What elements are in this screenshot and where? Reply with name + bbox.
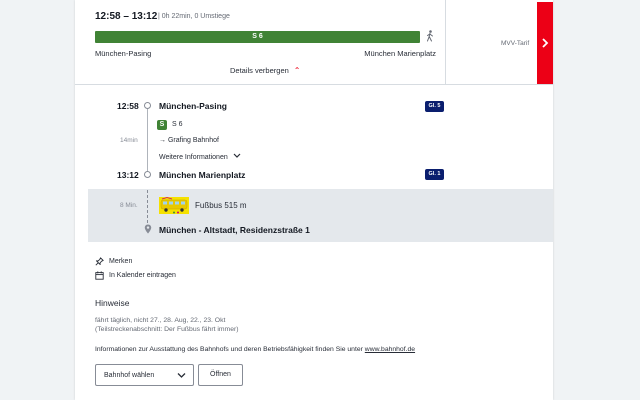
details-toggle-label: Details verbergen (230, 66, 289, 75)
station-select[interactable]: Bahnhof wählen (95, 364, 194, 386)
line-direction: → Grafing Bahnhof (159, 137, 219, 144)
station-info-prefix: Informationen zur Ausstattung des Bahnho… (95, 346, 365, 353)
departure-dot (144, 102, 151, 109)
s-bahn-badge: S (157, 120, 167, 130)
arrival-stop: München Marienplatz (159, 170, 246, 180)
station-info-text: Informationen zur Ausstattung des Bahnho… (95, 346, 415, 353)
pin-icon (95, 257, 104, 266)
time-range: 12:58 – 13:12 (95, 11, 158, 22)
destination-address: München - Altstadt, Residenzstraße 1 (159, 225, 310, 235)
line-bar: S 6 (95, 31, 420, 43)
walk-text: Fußbus 515 m (195, 201, 247, 210)
connection-card: 12:58 – 13:12 | 0h 22min, 0 Umstiege S 6… (75, 0, 553, 400)
details-toggle-button[interactable]: Details verbergen ⌃ (230, 66, 300, 75)
line-bar-label: S 6 (252, 33, 263, 40)
to-stop: München Marienplatz (364, 49, 436, 58)
note-line-1: fährt täglich, nicht 27., 28. Aug, 22., … (95, 317, 226, 324)
divider (445, 0, 446, 84)
more-info-button[interactable]: Weitere Informationen (159, 153, 241, 161)
add-to-calendar-label: In Kalender eintragen (109, 272, 176, 279)
walk-duration: 8 Min. (120, 202, 138, 209)
departure-platform-badge: Gl. 5 (425, 101, 444, 112)
walk-icon (427, 30, 433, 42)
continue-button[interactable] (537, 2, 553, 84)
walk-line (147, 190, 149, 223)
bahnhof-link[interactable]: www.bahnhof.de (365, 346, 415, 353)
add-to-calendar-button[interactable]: In Kalender eintragen (95, 271, 205, 282)
departure-stop: München-Pasing (159, 101, 228, 111)
calendar-icon (95, 271, 104, 280)
fussbus-logo-icon (159, 197, 189, 214)
location-pin-icon (144, 224, 152, 234)
duration-info: | 0h 22min, 0 Umstiege (158, 13, 230, 20)
tariff-label: MVV-Tarif (501, 40, 530, 47)
open-button[interactable]: Öffnen (198, 364, 243, 386)
ride-duration: 14min (120, 137, 138, 144)
arrival-dot (144, 171, 151, 178)
connection-summary: 12:58 – 13:12 | 0h 22min, 0 Umstiege S 6… (75, 0, 553, 85)
arrival-time: 13:12 (117, 170, 139, 180)
more-info-label: Weitere Informationen (159, 154, 228, 161)
line-name: S 6 (172, 121, 183, 128)
station-select-value: Bahnhof wählen (104, 372, 155, 379)
summary-main: 12:58 – 13:12 | 0h 22min, 0 Umstiege S 6… (75, 0, 445, 84)
bookmark-label: Merken (109, 258, 133, 265)
arrival-platform-badge: Gl. 1 (425, 169, 444, 180)
from-stop: München-Pasing (95, 49, 152, 58)
chevron-up-icon: ⌃ (293, 66, 301, 75)
timeline-line (147, 106, 148, 174)
chevron-down-icon (177, 373, 186, 378)
walk-section (88, 189, 553, 242)
chevron-right-icon (542, 38, 549, 48)
departure-time: 12:58 (117, 101, 139, 111)
note-line-2: (Teilstreckenabschnitt: Der Fußbus fährt… (95, 326, 239, 333)
bookmark-button[interactable]: Merken (95, 257, 155, 268)
notes-heading: Hinweise (95, 298, 130, 308)
chevron-down-icon (233, 153, 241, 158)
